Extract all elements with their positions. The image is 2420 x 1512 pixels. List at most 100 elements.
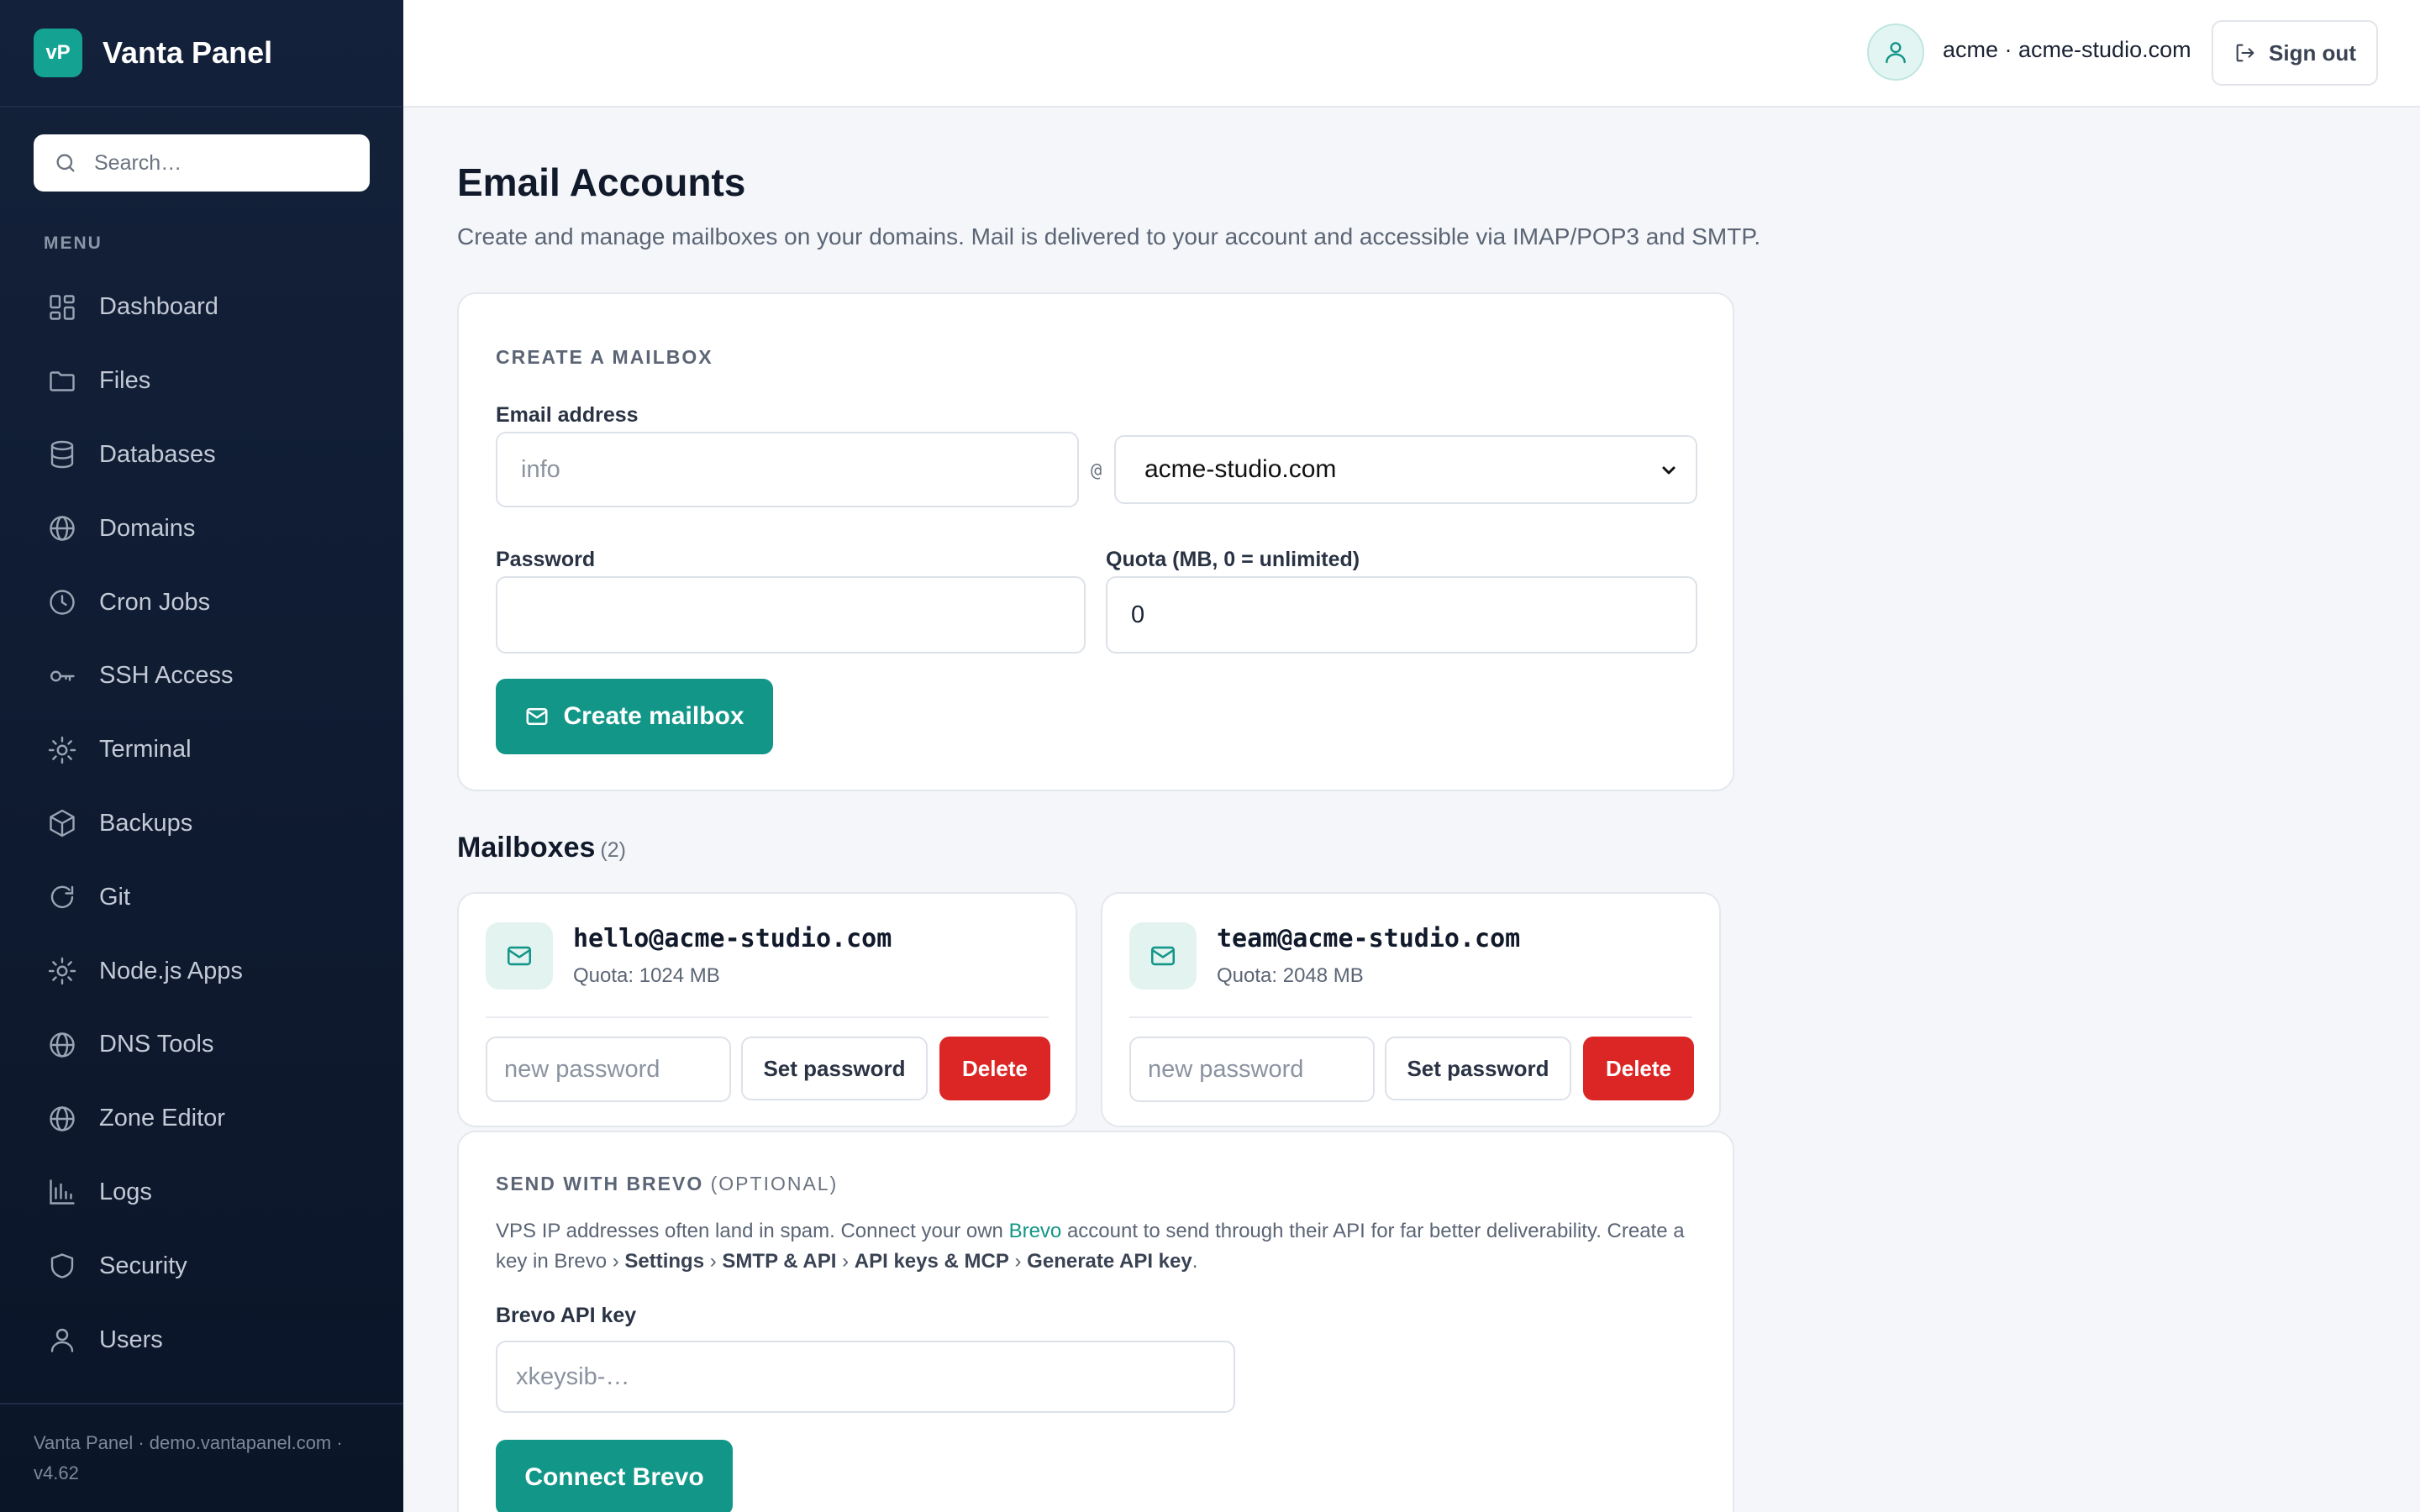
connect-brevo-button[interactable]: Connect Brevo xyxy=(496,1440,733,1512)
chevron-down-icon xyxy=(1662,466,1676,475)
mailboxes-heading: Mailboxes (2) xyxy=(457,832,626,864)
delete-button[interactable]: Delete xyxy=(939,1037,1050,1100)
sidebar-item-label: Domains xyxy=(99,514,196,542)
sidebar-item-cron-jobs[interactable]: Cron Jobs xyxy=(34,565,370,639)
sidebar-item-security[interactable]: Security xyxy=(34,1229,370,1303)
sign-out-label: Sign out xyxy=(2269,39,2356,66)
sidebar-item-label: Git xyxy=(99,883,131,911)
sidebar-item-dashboard[interactable]: Dashboard xyxy=(34,270,370,344)
new-password-input[interactable] xyxy=(1129,1037,1375,1102)
sidebar-item-label: SSH Access xyxy=(99,662,234,690)
sidebar-item-label: Zone Editor xyxy=(99,1105,225,1132)
mail-icon xyxy=(1150,946,1176,966)
key-icon xyxy=(50,670,75,682)
page-subtitle: Create and manage mailboxes on your doma… xyxy=(457,223,1761,249)
account-label: acme · acme-studio.com xyxy=(1943,37,2191,62)
search-box[interactable] xyxy=(34,134,370,192)
set-password-button[interactable]: Set password xyxy=(1385,1037,1571,1100)
user-icon xyxy=(50,1328,74,1352)
mailbox-avatar xyxy=(1129,922,1197,990)
page-title: Email Accounts xyxy=(457,160,746,204)
mail-icon xyxy=(526,708,548,725)
menu-label: MENU xyxy=(44,234,103,253)
clock-icon xyxy=(50,590,75,615)
globe-icon xyxy=(50,1105,75,1131)
sidebar-item-terminal[interactable]: Terminal xyxy=(34,713,370,787)
brand[interactable]: vP Vanta Panel xyxy=(0,0,403,108)
brevo-description: VPS IP addresses often land in spam. Con… xyxy=(496,1216,1706,1277)
breadcrumb-separator: › xyxy=(1008,1250,1028,1273)
sidebar-nav: Dashboard Files Databases Domains Cron J… xyxy=(34,270,370,1377)
sidebar-item-label: Files xyxy=(99,367,151,395)
brevo-desc-text: VPS IP addresses often land in spam. Con… xyxy=(496,1220,1009,1242)
domain-select[interactable]: acme-studio.com xyxy=(1114,435,1697,504)
sidebar-item-ssh-access[interactable]: SSH Access xyxy=(34,639,370,713)
sidebar-item-databases[interactable]: Databases xyxy=(34,418,370,492)
mailbox-card: team@acme-studio.com Quota: 2048 MB Set … xyxy=(1101,892,1721,1127)
sign-out-icon xyxy=(2236,44,2254,62)
brevo-step: API keys & MCP xyxy=(854,1250,1009,1273)
sidebar-item-files[interactable]: Files xyxy=(34,344,370,418)
sun-icon xyxy=(48,957,76,985)
brand-name: Vanta Panel xyxy=(103,35,273,70)
sidebar-item-dns-tools[interactable]: DNS Tools xyxy=(34,1008,370,1082)
mailbox-address: hello@acme-studio.com xyxy=(573,924,892,953)
password-field[interactable] xyxy=(496,576,1086,654)
brevo-api-key-input[interactable] xyxy=(496,1341,1235,1413)
sidebar-item-nodejs-apps[interactable]: Node.js Apps xyxy=(34,934,370,1008)
brevo-step: Generate API key xyxy=(1027,1250,1192,1273)
domain-select-value: acme-studio.com xyxy=(1144,455,1337,483)
mailbox-quota: Quota: 2048 MB xyxy=(1217,964,1364,987)
delete-button[interactable]: Delete xyxy=(1583,1037,1694,1100)
database-icon xyxy=(50,441,74,469)
email-local-part-input[interactable] xyxy=(496,432,1079,507)
mailboxes-title: Mailboxes xyxy=(457,832,596,864)
sidebar-item-backups[interactable]: Backups xyxy=(34,787,370,861)
breadcrumb-separator: › xyxy=(704,1250,723,1273)
globe-icon xyxy=(50,1032,75,1058)
create-mailbox-card: CREATE A MAILBOX Email address @ acme-st… xyxy=(457,292,1734,791)
search-input[interactable] xyxy=(94,150,363,176)
topbar: acme · acme-studio.com Sign out xyxy=(403,0,2420,108)
mailbox-card: hello@acme-studio.com Quota: 1024 MB Set… xyxy=(457,892,1077,1127)
quota-label: Quota (MB, 0 = unlimited) xyxy=(1106,548,1360,571)
box-icon xyxy=(50,810,75,837)
brevo-api-key-label: Brevo API key xyxy=(496,1304,637,1327)
sidebar-item-domains[interactable]: Domains xyxy=(34,491,370,565)
create-mailbox-button[interactable]: Create mailbox xyxy=(496,679,773,754)
user-icon xyxy=(1886,42,1906,64)
brevo-desc-period: . xyxy=(1192,1250,1198,1273)
set-password-button[interactable]: Set password xyxy=(741,1037,928,1100)
mailbox-quota: Quota: 1024 MB xyxy=(573,964,720,987)
shield-icon xyxy=(50,1253,74,1278)
quota-input[interactable] xyxy=(1106,576,1697,654)
sidebar-item-label: Logs xyxy=(99,1178,152,1205)
sidebar-item-label: Terminal xyxy=(99,736,192,764)
email-label: Email address xyxy=(496,403,639,427)
folder-icon xyxy=(50,370,75,391)
sidebar-item-label: Databases xyxy=(99,440,216,468)
sidebar-item-label: Security xyxy=(99,1252,187,1279)
sidebar-item-label: DNS Tools xyxy=(99,1031,214,1058)
mailbox-address: team@acme-studio.com xyxy=(1217,924,1521,953)
sidebar-item-zone-editor[interactable]: Zone Editor xyxy=(34,1082,370,1156)
sun-icon xyxy=(48,736,76,764)
sidebar: vP Vanta Panel MENU Dashboard Files Data… xyxy=(0,0,403,1512)
avatar[interactable] xyxy=(1867,24,1924,81)
sidebar-item-logs[interactable]: Logs xyxy=(34,1156,370,1230)
breadcrumb-separator: › xyxy=(836,1250,855,1273)
brevo-link[interactable]: Brevo xyxy=(1009,1220,1062,1242)
create-mailbox-label: Create mailbox xyxy=(563,702,744,730)
sidebar-item-label: Dashboard xyxy=(99,293,218,321)
sidebar-item-users[interactable]: Users xyxy=(34,1303,370,1377)
bar-chart-icon xyxy=(50,1179,75,1205)
brevo-title: SEND WITH BREVO xyxy=(496,1173,704,1194)
brevo-card: SEND WITH BREVO (OPTIONAL) VPS IP addres… xyxy=(457,1131,1734,1512)
new-password-input[interactable] xyxy=(486,1037,731,1102)
globe-icon xyxy=(50,516,75,541)
sidebar-item-label: Cron Jobs xyxy=(99,588,211,616)
create-section-label: CREATE A MAILBOX xyxy=(496,346,713,368)
sidebar-item-git[interactable]: Git xyxy=(34,860,370,934)
sign-out-button[interactable]: Sign out xyxy=(2212,20,2378,86)
sidebar-item-label: Users xyxy=(99,1326,163,1353)
